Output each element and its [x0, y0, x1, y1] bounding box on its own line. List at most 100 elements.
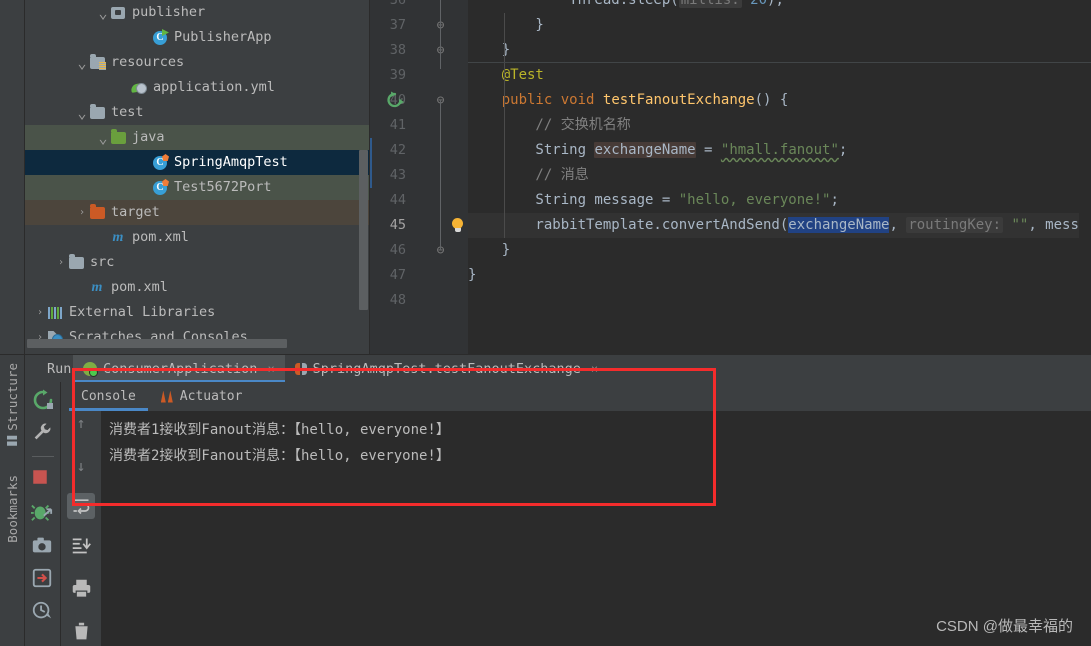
console-tab-console[interactable]: Console	[69, 382, 148, 411]
tree-item-resources[interactable]: ⌄ resources	[25, 50, 369, 75]
code-line[interactable]: }	[468, 38, 1091, 63]
code-token: ""	[1011, 217, 1029, 233]
code-token: "hello, everyone!"	[678, 192, 831, 208]
chevron-down-icon[interactable]: ⌄	[75, 55, 89, 71]
code-line[interactable]: }	[468, 238, 1091, 263]
debug-bug-button[interactable]	[30, 501, 55, 525]
code-line[interactable]: // 交换机名称	[468, 113, 1091, 138]
editor-gutter[interactable]: 3637⊖38⊖3940⊖414243444546⊖4748	[370, 0, 468, 354]
console-tab-actuator[interactable]: Actuator	[148, 382, 255, 411]
project-tool-window[interactable]: ⌄ publisher C PublisherApp ⌄ resources applica…	[25, 0, 370, 354]
code-line[interactable]: String message = "hello, everyone!";	[468, 188, 1091, 213]
run-tab-label: ConsumerApplication	[103, 360, 258, 377]
chevron-right-icon[interactable]: ›	[54, 250, 68, 275]
sidebar-item-bookmarks[interactable]: Bookmarks	[0, 475, 25, 543]
tree-item-publisher[interactable]: ⌄ publisher	[25, 0, 369, 25]
tree-item-application-yml[interactable]: application.yml	[25, 75, 369, 100]
code-line[interactable]: rabbitTemplate.convertAndSend(exchangeNa…	[468, 213, 1091, 238]
history-button[interactable]	[31, 600, 55, 624]
chevron-right-icon[interactable]: ›	[33, 300, 47, 325]
line-number: 47	[389, 267, 406, 283]
run-tab-1[interactable]: ConsumerApplication ×	[73, 355, 285, 383]
rerun-button[interactable]	[31, 388, 55, 412]
project-tree-horizontal-scrollbar[interactable]	[27, 339, 287, 348]
chevron-down-icon[interactable]: ⌄	[75, 105, 89, 121]
code-token: }	[468, 17, 544, 33]
ide-window: ⌄ publisher C PublisherApp ⌄ resources applica…	[0, 0, 1091, 646]
tree-item-target[interactable]: › target	[25, 200, 369, 225]
code-token: testFanoutExchange	[602, 92, 755, 108]
code-line[interactable]: }	[468, 263, 1091, 288]
sidebar-item-structure[interactable]: Structure	[0, 363, 25, 446]
code-token: exchangeName	[788, 217, 890, 233]
tree-item-label: External Libraries	[69, 304, 216, 320]
tree-item-java[interactable]: ⌄ java	[25, 125, 369, 150]
spring-class-icon: C	[152, 29, 169, 46]
tree-item-test[interactable]: ⌄ test	[25, 100, 369, 125]
code-line[interactable]: String exchangeName = "hmall.fanout";	[468, 138, 1091, 163]
code-token: =	[695, 142, 721, 158]
tree-item-label: resources	[111, 54, 185, 70]
trash-button[interactable]	[71, 621, 92, 646]
project-tree-vertical-scrollbar[interactable]	[359, 150, 368, 310]
close-icon[interactable]: ×	[267, 362, 274, 376]
tree-item-pom-xml[interactable]: m pom.xml	[25, 275, 369, 300]
tree-item-publisherapp[interactable]: C PublisherApp	[25, 25, 369, 50]
line-number: 36	[389, 0, 406, 8]
code-token: public	[501, 92, 553, 108]
camera-button[interactable]	[31, 534, 55, 558]
print-button[interactable]	[71, 578, 92, 603]
console-output[interactable]: 消费者1接收到Fanout消息：【hello, everyone!】 消费者2接收…	[101, 411, 1091, 646]
tree-item-label: application.yml	[153, 79, 275, 95]
code-token: 20	[741, 0, 768, 8]
scroll-to-end-button[interactable]	[71, 535, 92, 560]
tree-item-pom-xml[interactable]: m pom.xml	[25, 225, 369, 250]
code-line[interactable]: Thread.sleep(millis: 20);	[468, 0, 1091, 13]
code-line[interactable]: @Test	[468, 63, 1091, 88]
export-button[interactable]	[31, 567, 55, 591]
maven-icon: m	[112, 230, 124, 245]
code-editor[interactable]: 3637⊖38⊖3940⊖414243444546⊖4748 Thread.sl…	[370, 0, 1091, 354]
line-number: 37	[389, 17, 406, 33]
method-separator	[468, 62, 1091, 63]
code-token: millis:	[678, 0, 742, 8]
run-content: Console Actuator ↑ ↓ 消费者1接收到Fanout消息：【he…	[61, 382, 1091, 646]
soft-wrap-button[interactable]	[67, 493, 95, 519]
console-wrapper: ↑ ↓ 消费者1接收到Fanout消息：【hello, everyone!】 消…	[61, 411, 1091, 646]
fold-connector	[440, 0, 441, 69]
excluded-folder-icon	[89, 204, 106, 221]
code-line[interactable]: public void testFanoutExchange() {	[468, 88, 1091, 113]
close-icon[interactable]: ×	[591, 362, 598, 376]
code-line[interactable]: }	[468, 13, 1091, 38]
console-tab-bar: Console Actuator	[61, 382, 1091, 411]
code-line[interactable]	[468, 288, 1091, 313]
run-tab-2[interactable]: SpringAmqpTest.testFanoutExchange ×	[285, 355, 608, 382]
chevron-right-icon[interactable]: ›	[75, 200, 89, 225]
chevron-down-icon[interactable]: ⌄	[96, 130, 110, 146]
tree-item-springamqptest[interactable]: C SpringAmqpTest	[25, 150, 369, 175]
test-class-icon: C	[152, 154, 169, 171]
bookmarks-label: Bookmarks	[5, 475, 20, 543]
tree-item-label: src	[90, 254, 115, 270]
intention-bulb-icon[interactable]	[450, 213, 466, 238]
tree-item-test5672port[interactable]: C Test5672Port	[25, 175, 369, 200]
code-line[interactable]: // 消息	[468, 163, 1091, 188]
scroll-up-button[interactable]: ↑	[76, 415, 85, 432]
folder-icon	[68, 254, 85, 271]
editor-right-gutter[interactable]	[1079, 0, 1091, 354]
stop-button[interactable]	[31, 468, 55, 492]
tree-item-src[interactable]: › src	[25, 250, 369, 275]
code-token: String	[468, 142, 595, 158]
code-token: routingKey:	[906, 217, 1004, 233]
chevron-down-icon[interactable]: ⌄	[96, 5, 110, 21]
structure-icon	[7, 435, 18, 446]
settings-button[interactable]	[31, 421, 55, 445]
folder-icon	[89, 104, 106, 121]
line-number: 39	[389, 67, 406, 83]
tree-item-external-libraries[interactable]: › External Libraries	[25, 300, 369, 325]
run-test-gutter-icon[interactable]	[386, 88, 404, 113]
tree-item-label: publisher	[132, 4, 206, 20]
scroll-down-button[interactable]: ↓	[76, 458, 85, 475]
editor-code-area[interactable]: Thread.sleep(millis: 20); } } @Test publ…	[468, 0, 1091, 354]
